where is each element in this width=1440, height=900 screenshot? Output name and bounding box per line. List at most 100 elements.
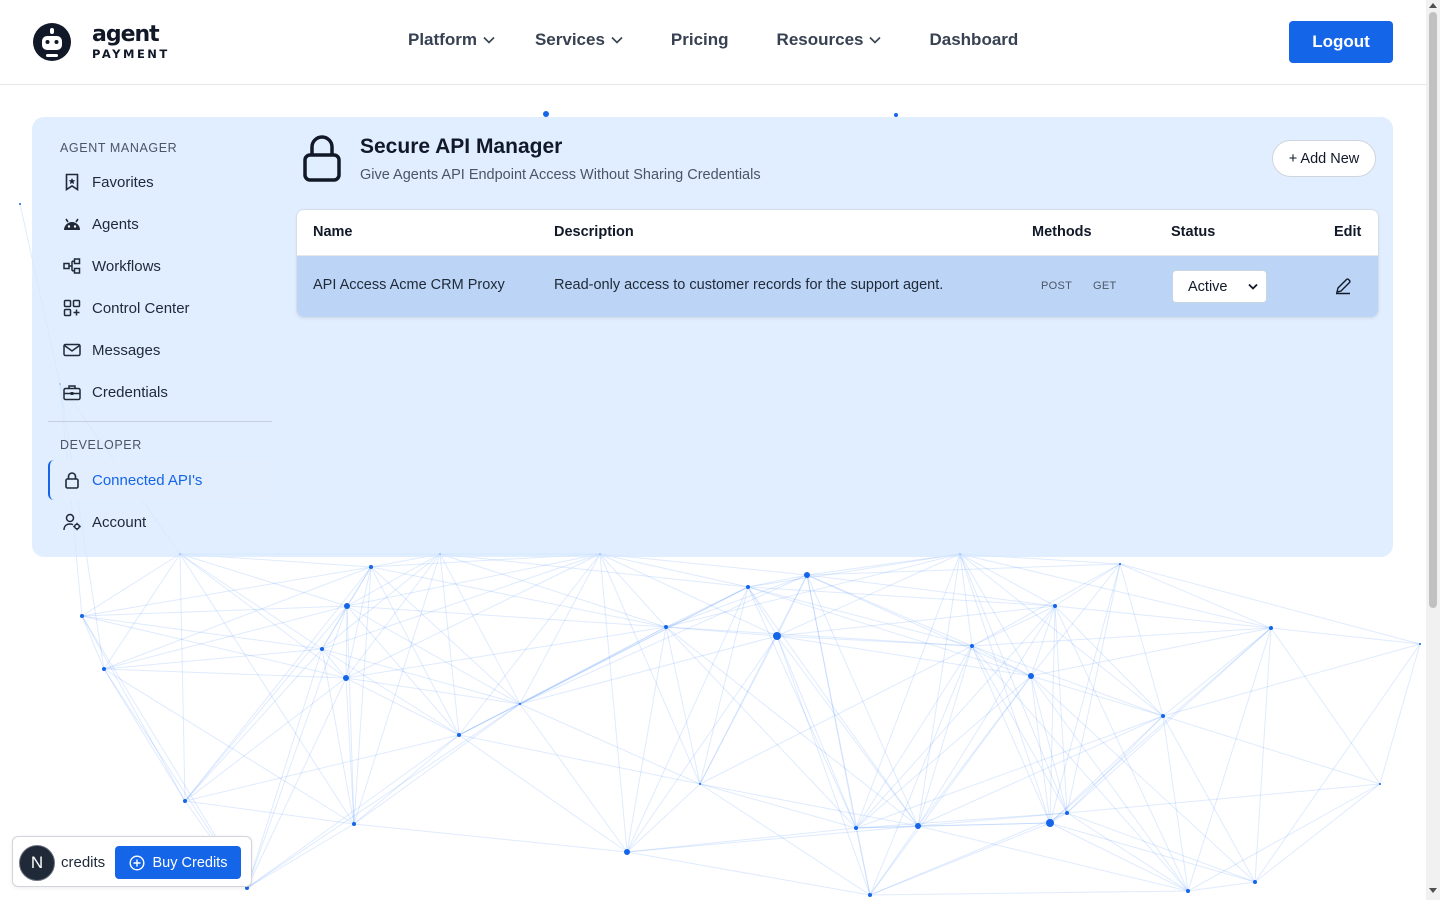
nav-platform[interactable]: Platform [408,30,495,50]
network-edge [321,553,441,650]
network-edge [458,734,701,785]
sidebar-item-messages[interactable]: Messages [48,330,272,370]
network-edge [1049,715,1164,824]
column-header-status: Status [1171,224,1216,240]
method-badge-post: POST [1041,280,1073,292]
column-header-description: Description [554,224,634,240]
network-edge [626,586,749,853]
network-edge [776,635,871,896]
method-badge-get: GET [1093,280,1117,292]
network-edge [370,566,667,628]
network-node [804,572,810,578]
network-node [19,203,21,205]
network-edge [246,823,355,889]
network-node [1253,880,1257,884]
network-edge [103,668,347,679]
page-scrollbar[interactable] [1426,0,1440,900]
network-edge [599,553,628,853]
network-edge [747,586,1056,607]
network-edge [184,605,348,802]
page-title: Secure API Manager [360,135,563,158]
scroll-down-arrow-icon[interactable] [1429,888,1437,893]
network-node [1046,819,1054,827]
brand-logo[interactable]: agent PAYMENT [32,22,170,62]
main-nav: Platform Services Pricing Resources Dash… [408,30,1018,50]
network-edge [246,734,460,889]
network-node [352,822,356,826]
developer-section-title: DEVELOPER [60,438,142,452]
workflow-icon [62,256,82,276]
network-edge [1066,627,1272,814]
network-node [868,893,872,897]
network-edge [959,553,1051,824]
sidebar-item-favorites[interactable]: Favorites [48,162,272,202]
network-edge [1049,627,1272,824]
network-edge [959,553,1068,814]
network-node [457,733,461,737]
network-edge [855,675,1032,829]
network-edge [103,648,323,670]
sidebar-item-account[interactable]: Account [48,502,272,542]
network-edge [665,626,857,829]
chevron-down-icon [869,36,882,44]
network-edge [1066,783,1381,814]
sidebar-item-label: Workflows [92,257,161,275]
network-edge [626,827,857,853]
chevron-down-icon [611,36,623,44]
scrollbar-thumb[interactable] [1429,12,1437,608]
network-edge [81,553,181,617]
nav-services[interactable]: Services [535,30,623,50]
status-select-value: Active [1188,278,1228,295]
network-edge [971,645,1164,717]
nav-services-label: Services [534,30,605,49]
status-select[interactable]: Active [1172,270,1267,303]
sidebar-item-credentials[interactable]: Credentials [48,372,272,412]
network-edge [353,703,521,825]
network-edge [1187,881,1256,892]
sidebar-item-control-center[interactable]: Control Center [48,288,272,328]
credits-widget: N credits Buy Credits [12,836,252,887]
sidebar-item-label: Credentials [92,383,168,401]
logout-button[interactable]: Logout [1289,21,1393,63]
network-edge [1254,643,1421,883]
network-node [320,647,324,651]
plus-circle-icon [129,854,145,871]
network-edge [971,645,1189,892]
network-node [1161,714,1165,718]
sidebar-item-label: Account [92,513,147,531]
network-node [746,585,750,589]
chevron-down-icon [483,36,495,44]
nav-pricing[interactable]: Pricing [671,30,729,50]
buy-credits-button[interactable]: Buy Credits [115,846,241,879]
network-edge [439,553,749,588]
network-edge [959,553,1056,607]
nav-pricing-label: Pricing [670,30,729,49]
nav-resources[interactable]: Resources [777,30,882,50]
network-edge [1162,627,1272,717]
network-edge [353,823,628,853]
network-edge [855,645,973,829]
network-edge [599,553,701,785]
table-row[interactable]: API Access Acme CRM Proxy Read-only acce… [297,256,1378,317]
sidebar-item-workflows[interactable]: Workflows [48,246,272,286]
network-node [1269,626,1273,630]
robot-icon [62,214,82,234]
nav-dashboard[interactable]: Dashboard [929,30,1018,50]
sidebar-item-agents[interactable]: Agents [48,204,272,244]
network-edge [1254,783,1381,883]
network-edge [626,783,701,853]
network-edge [599,553,778,637]
network-edge [1066,715,1164,814]
avatar[interactable]: N [19,845,55,881]
edit-pencil-icon[interactable] [1334,277,1352,295]
network-edge [519,703,701,785]
credits-label: credits [61,854,106,871]
add-new-button[interactable]: + Add New [1272,140,1376,177]
scroll-up-arrow-icon[interactable] [1429,3,1437,8]
network-node [970,644,974,648]
network-edge [81,566,372,617]
network-node [854,826,858,830]
network-node [1419,643,1421,645]
network-edge [917,715,1164,827]
sidebar-item-connected-apis[interactable]: Connected API's [48,460,272,500]
